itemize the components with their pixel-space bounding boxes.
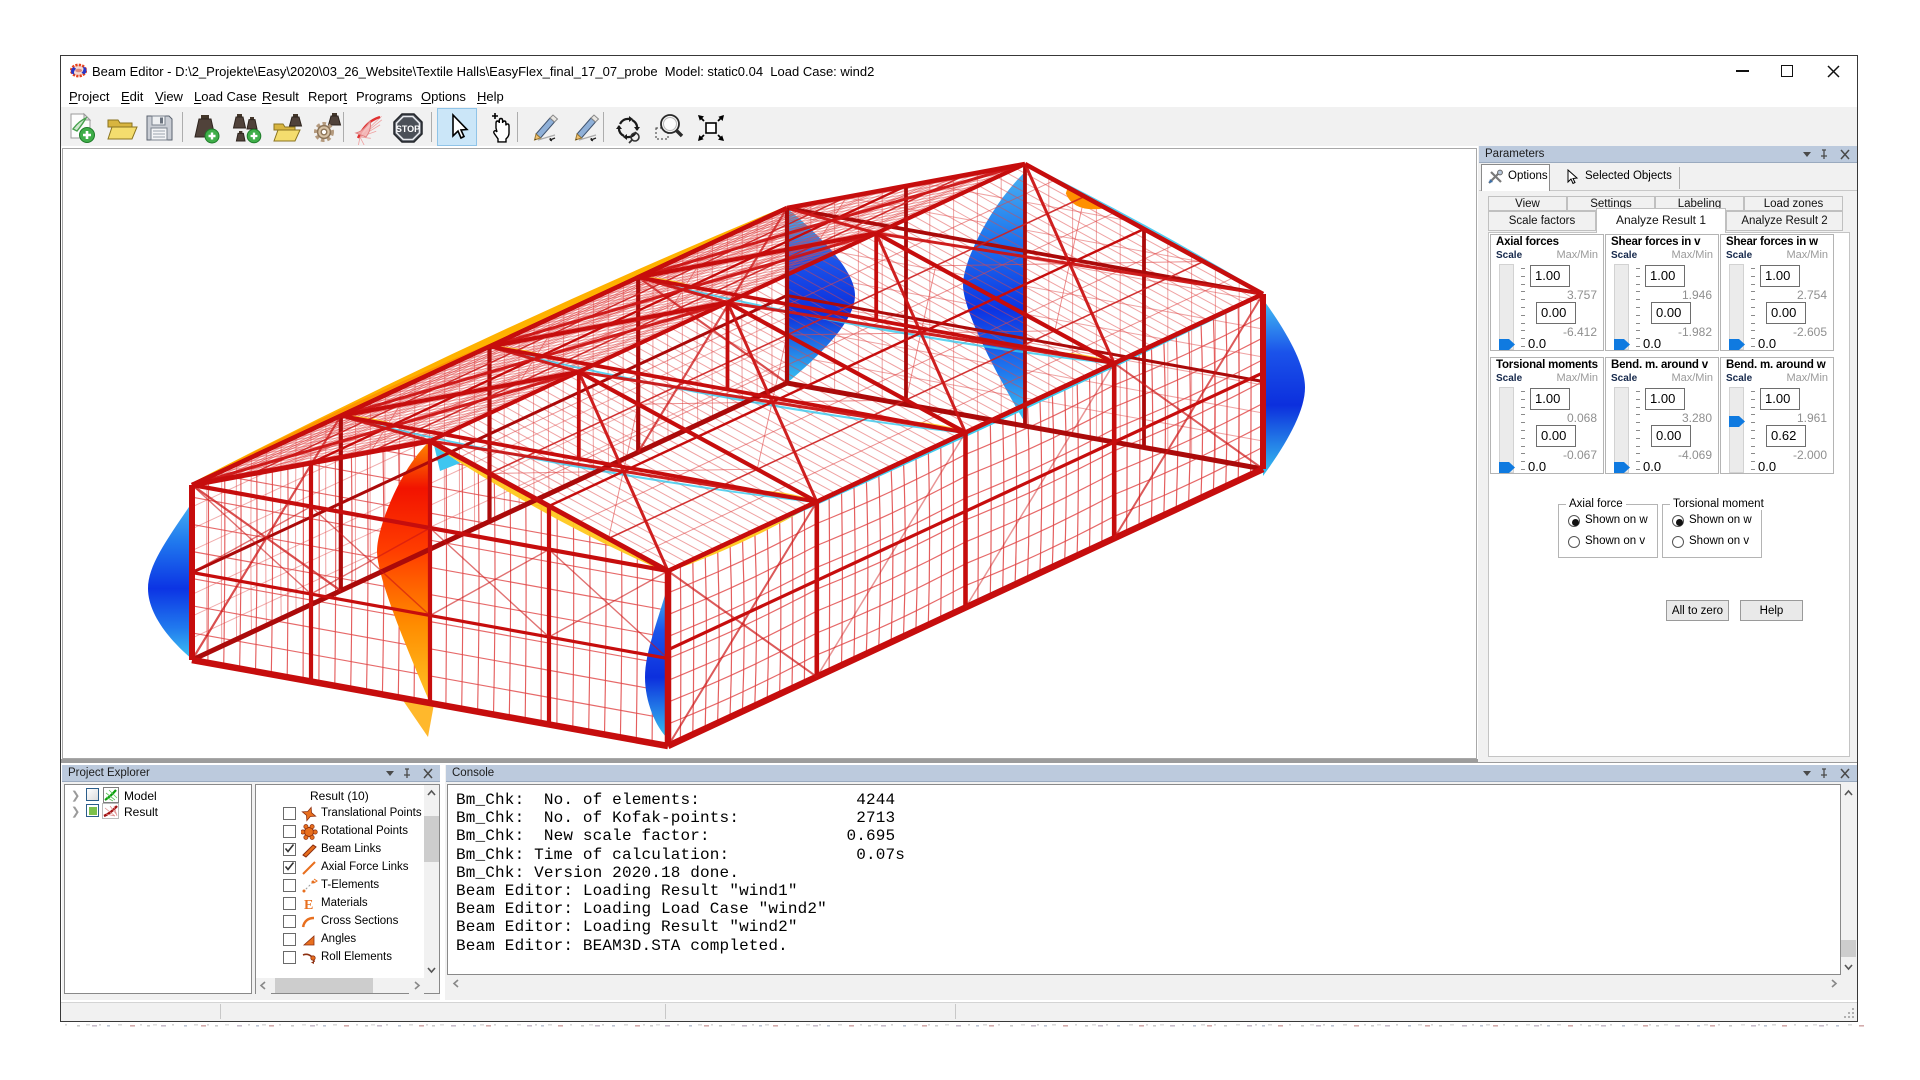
svg-text:E: E: [304, 898, 313, 912]
svg-text:STOP: STOP: [396, 124, 420, 134]
